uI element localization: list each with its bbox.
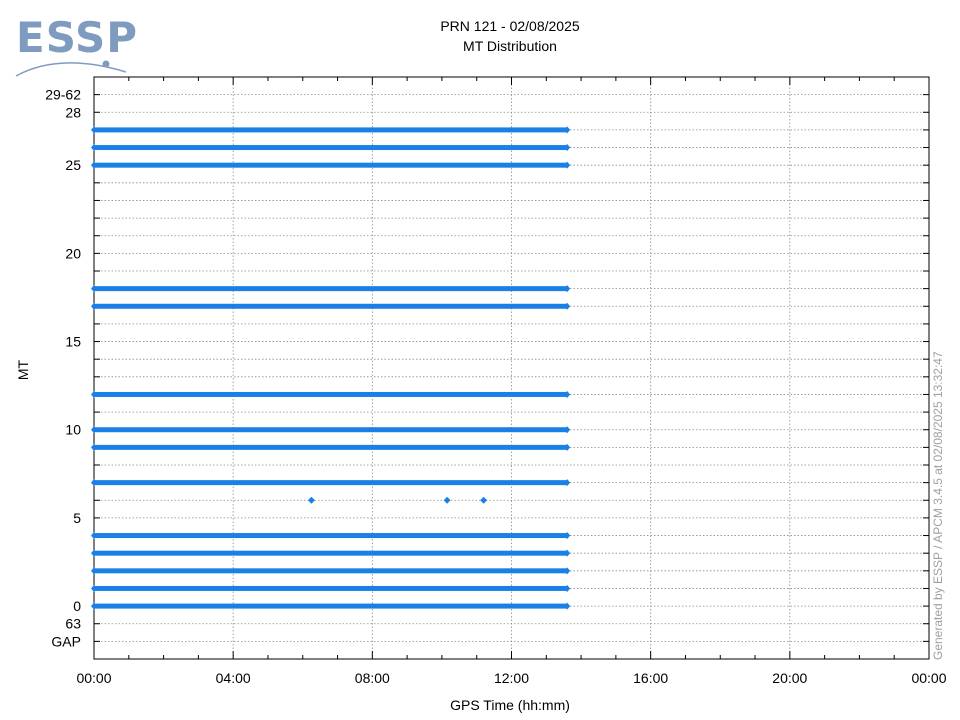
x-tick-label: 00:00 xyxy=(76,670,111,686)
chart-subtitle: MT Distribution xyxy=(463,38,557,54)
series-mt-0 xyxy=(91,602,571,610)
chart-title: PRN 121 - 02/08/2025 xyxy=(440,18,580,34)
y-tick-label: 10 xyxy=(65,422,81,438)
logo-swoosh xyxy=(15,62,127,77)
series-band xyxy=(94,303,568,309)
x-tick-label: 16:00 xyxy=(633,670,668,686)
x-tick-label: 12:00 xyxy=(494,670,529,686)
essp-logo: ESSP xyxy=(15,13,138,77)
series-band xyxy=(94,391,568,397)
series-band xyxy=(94,444,568,450)
y-tick-label: 29-62 xyxy=(45,87,81,103)
y-tick-label: 25 xyxy=(65,157,81,173)
mt-distribution-chart: ESSP PRN 121 - 02/08/2025 MT Distributio… xyxy=(15,13,947,713)
x-axis-label: GPS Time (hh:mm) xyxy=(450,697,570,713)
series-band xyxy=(94,162,568,168)
y-tick-label: 15 xyxy=(65,334,81,350)
series-band xyxy=(94,286,568,292)
series-band xyxy=(94,127,568,133)
series-mt-4 xyxy=(91,532,571,540)
series-mt-10 xyxy=(91,426,571,434)
y-tick-label: 63 xyxy=(65,616,81,632)
y-tick-label: 20 xyxy=(65,245,81,261)
generated-by-text: Generated by ESSP / APCM 3.4.5 at 02/08/… xyxy=(931,351,945,660)
y-tick-label: 28 xyxy=(65,104,81,120)
series-mt-3 xyxy=(91,549,571,557)
series-mt-2 xyxy=(91,567,571,575)
series-mt-9 xyxy=(91,443,571,451)
x-tick-label: 08:00 xyxy=(355,670,390,686)
y-tick-label: GAP xyxy=(51,633,81,649)
x-tick-label: 04:00 xyxy=(216,670,251,686)
series-band xyxy=(94,427,568,433)
series-mt-26 xyxy=(91,144,571,152)
series-band xyxy=(94,603,568,609)
series-band xyxy=(94,568,568,574)
series-band xyxy=(94,145,568,151)
series-mt-1 xyxy=(91,584,571,592)
series-mt-18 xyxy=(91,285,571,293)
series-band xyxy=(94,533,568,539)
x-tick-label: 20:00 xyxy=(772,670,807,686)
series-band xyxy=(94,585,568,591)
x-tick-label: 00:00 xyxy=(911,670,946,686)
series-mt-27 xyxy=(91,126,571,134)
series-mt-17 xyxy=(91,302,571,310)
series-mt-25 xyxy=(91,161,571,169)
series-mt-12 xyxy=(91,390,571,398)
logo-text: ESSP xyxy=(16,13,138,62)
series-band xyxy=(94,480,568,486)
series-mt-7 xyxy=(91,479,571,487)
logo-dot xyxy=(102,60,110,68)
series-band xyxy=(94,550,568,556)
y-tick-label: 5 xyxy=(73,510,81,526)
y-axis-label: MT xyxy=(15,359,31,380)
y-tick-label: 0 xyxy=(73,598,81,614)
